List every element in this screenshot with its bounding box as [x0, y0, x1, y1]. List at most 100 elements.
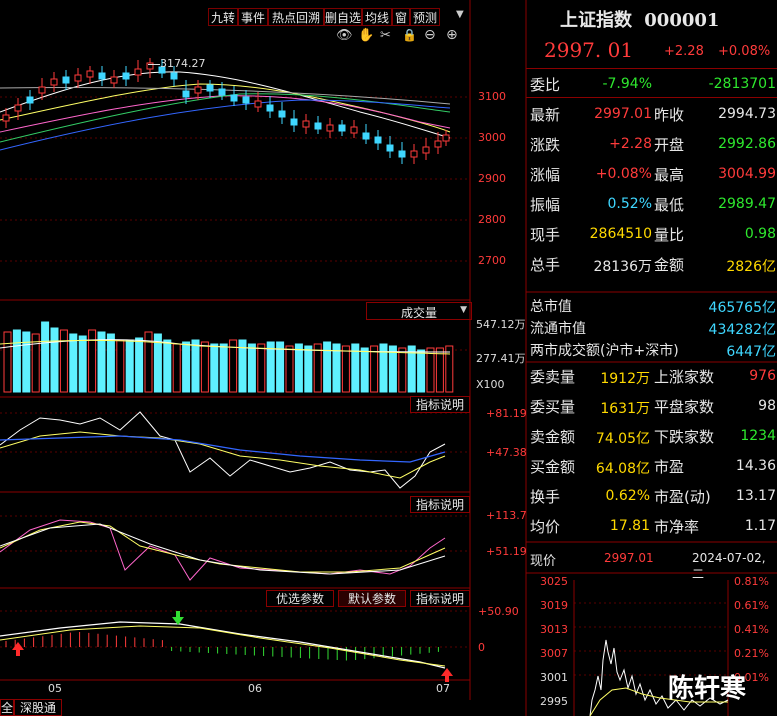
breadth-value: 14.36	[735, 458, 776, 474]
default-params-button[interactable]: 默认参数	[338, 590, 406, 607]
divider	[526, 97, 777, 98]
price-change: +2.28	[664, 44, 704, 59]
divider	[526, 68, 777, 69]
volume-bar	[88, 329, 97, 393]
breadth-value: 976	[749, 368, 776, 384]
quote-value: 2826亿	[726, 259, 776, 275]
volume-bar	[200, 341, 209, 393]
volume-bar	[182, 341, 191, 393]
lock-icon[interactable]: 🔒	[402, 28, 417, 42]
breadth-value: 98	[758, 398, 776, 414]
indicator-help-button[interactable]: 指标说明	[410, 496, 470, 513]
volume-bar	[445, 345, 454, 393]
candle-body	[230, 94, 238, 102]
quote-value: 2994.73	[718, 106, 776, 122]
quote-value: 0.98	[744, 226, 776, 242]
volume-bar	[341, 345, 350, 393]
toolbar-button[interactable]: 九转	[208, 8, 238, 26]
high-price-label: 3174.27	[160, 57, 206, 70]
candle-body	[278, 110, 286, 118]
tab-shenzhen-connect[interactable]: 深股通	[14, 699, 62, 716]
breadth-label: 市净率	[654, 518, 700, 536]
tab-all[interactable]: 全	[0, 699, 14, 716]
breadth-value: 17.81	[609, 518, 650, 534]
candle-body	[38, 86, 46, 94]
toolbar-button[interactable]: 事件	[238, 8, 268, 26]
now-price: 2997.01	[604, 551, 654, 565]
candle-body	[314, 122, 322, 130]
volume-bar	[125, 339, 134, 393]
volume-bar	[294, 343, 303, 393]
index-title: 上证指数 000001	[560, 6, 719, 32]
breadth-value: 1912万	[600, 371, 650, 387]
price-change-pct: +0.08%	[718, 44, 771, 59]
candle-body	[122, 72, 130, 80]
candle-body	[290, 118, 298, 126]
ind1-blue	[0, 435, 446, 463]
toolbar-button[interactable]: 均线	[362, 8, 392, 26]
candle-body	[422, 146, 430, 154]
quote-value: 0.52%	[607, 196, 652, 212]
volume-bar	[135, 337, 144, 393]
market-label: 总市值	[530, 299, 572, 315]
candle-body	[62, 76, 70, 84]
toolbar-button[interactable]: 窗	[392, 8, 410, 26]
breadth-value: 64.08亿	[595, 461, 650, 477]
volume-bar	[3, 331, 12, 393]
indicator-help-button[interactable]: 指标说明	[410, 590, 470, 607]
ma-blue	[0, 99, 451, 151]
candle-body	[374, 136, 382, 144]
quote-value: +2.28	[609, 136, 652, 152]
candle-body	[442, 134, 450, 142]
breadth-value: 13.17	[735, 488, 776, 504]
candle-body	[218, 88, 226, 96]
quote-value: 2997.01	[594, 106, 652, 122]
mini-right-tick: 0.81%	[734, 575, 769, 588]
volume-bar	[172, 343, 181, 393]
toolbar-button[interactable]: 删自选	[324, 8, 362, 26]
quote-label: 金额	[654, 256, 685, 274]
volume-bar	[219, 343, 228, 393]
volume-bar	[398, 347, 407, 393]
breadth-label: 上涨家数	[654, 368, 715, 386]
candle-body	[398, 150, 406, 158]
y-tick: 3100	[478, 90, 506, 103]
volume-bar	[69, 333, 78, 393]
breadth-label: 换手	[530, 488, 561, 506]
candle-body	[362, 132, 370, 140]
scissors-icon[interactable]: ✂	[380, 28, 391, 43]
webi-pct: -7.94%	[602, 76, 652, 92]
mini-right-tick: 0.21%	[734, 647, 769, 660]
volume-bar	[106, 333, 115, 393]
breadth-value: 74.05亿	[595, 431, 650, 447]
toolbar-button[interactable]: 预测	[410, 8, 440, 26]
candle-body	[134, 68, 142, 76]
quote-label: 现手	[530, 226, 561, 244]
ind1-tick: +47.38	[486, 446, 527, 459]
hand-icon[interactable]: ✋	[358, 28, 374, 43]
breadth-value: 1.17	[744, 518, 776, 534]
toolbar-overflow-icon[interactable]: ▼	[456, 9, 470, 25]
toolbar-button[interactable]: 热点回溯	[268, 8, 324, 26]
mini-right-tick: 0.41%	[734, 623, 769, 636]
indicator-help-button[interactable]: 指标说明	[410, 396, 470, 413]
volume-bar	[210, 343, 219, 393]
vol-unit: X100	[476, 378, 505, 391]
mini-left-tick: 3019	[540, 599, 568, 612]
chart-tools: 👁 ✋ ✂ 🔒 ⊖ ⊕	[336, 27, 476, 44]
volume-selector[interactable]: 成交量 ▼	[366, 302, 472, 320]
eye-icon[interactable]: 👁	[336, 28, 353, 43]
breadth-label: 市盈	[654, 458, 685, 476]
preferred-params-button[interactable]: 优选参数	[266, 590, 334, 607]
candle-body	[350, 126, 358, 134]
candle-body	[434, 140, 442, 148]
quote-label: 总手	[530, 256, 561, 274]
zoom-in-icon[interactable]: ⊕	[446, 27, 458, 43]
breadth-label: 市盈(动)	[654, 488, 711, 506]
ind2-tick: +51.19	[486, 545, 527, 558]
candle-body	[86, 70, 94, 78]
candle-body	[182, 90, 190, 98]
ind3-yellow	[0, 625, 446, 667]
zoom-out-icon[interactable]: ⊖	[424, 27, 436, 43]
market-value: 6447亿	[726, 344, 776, 360]
